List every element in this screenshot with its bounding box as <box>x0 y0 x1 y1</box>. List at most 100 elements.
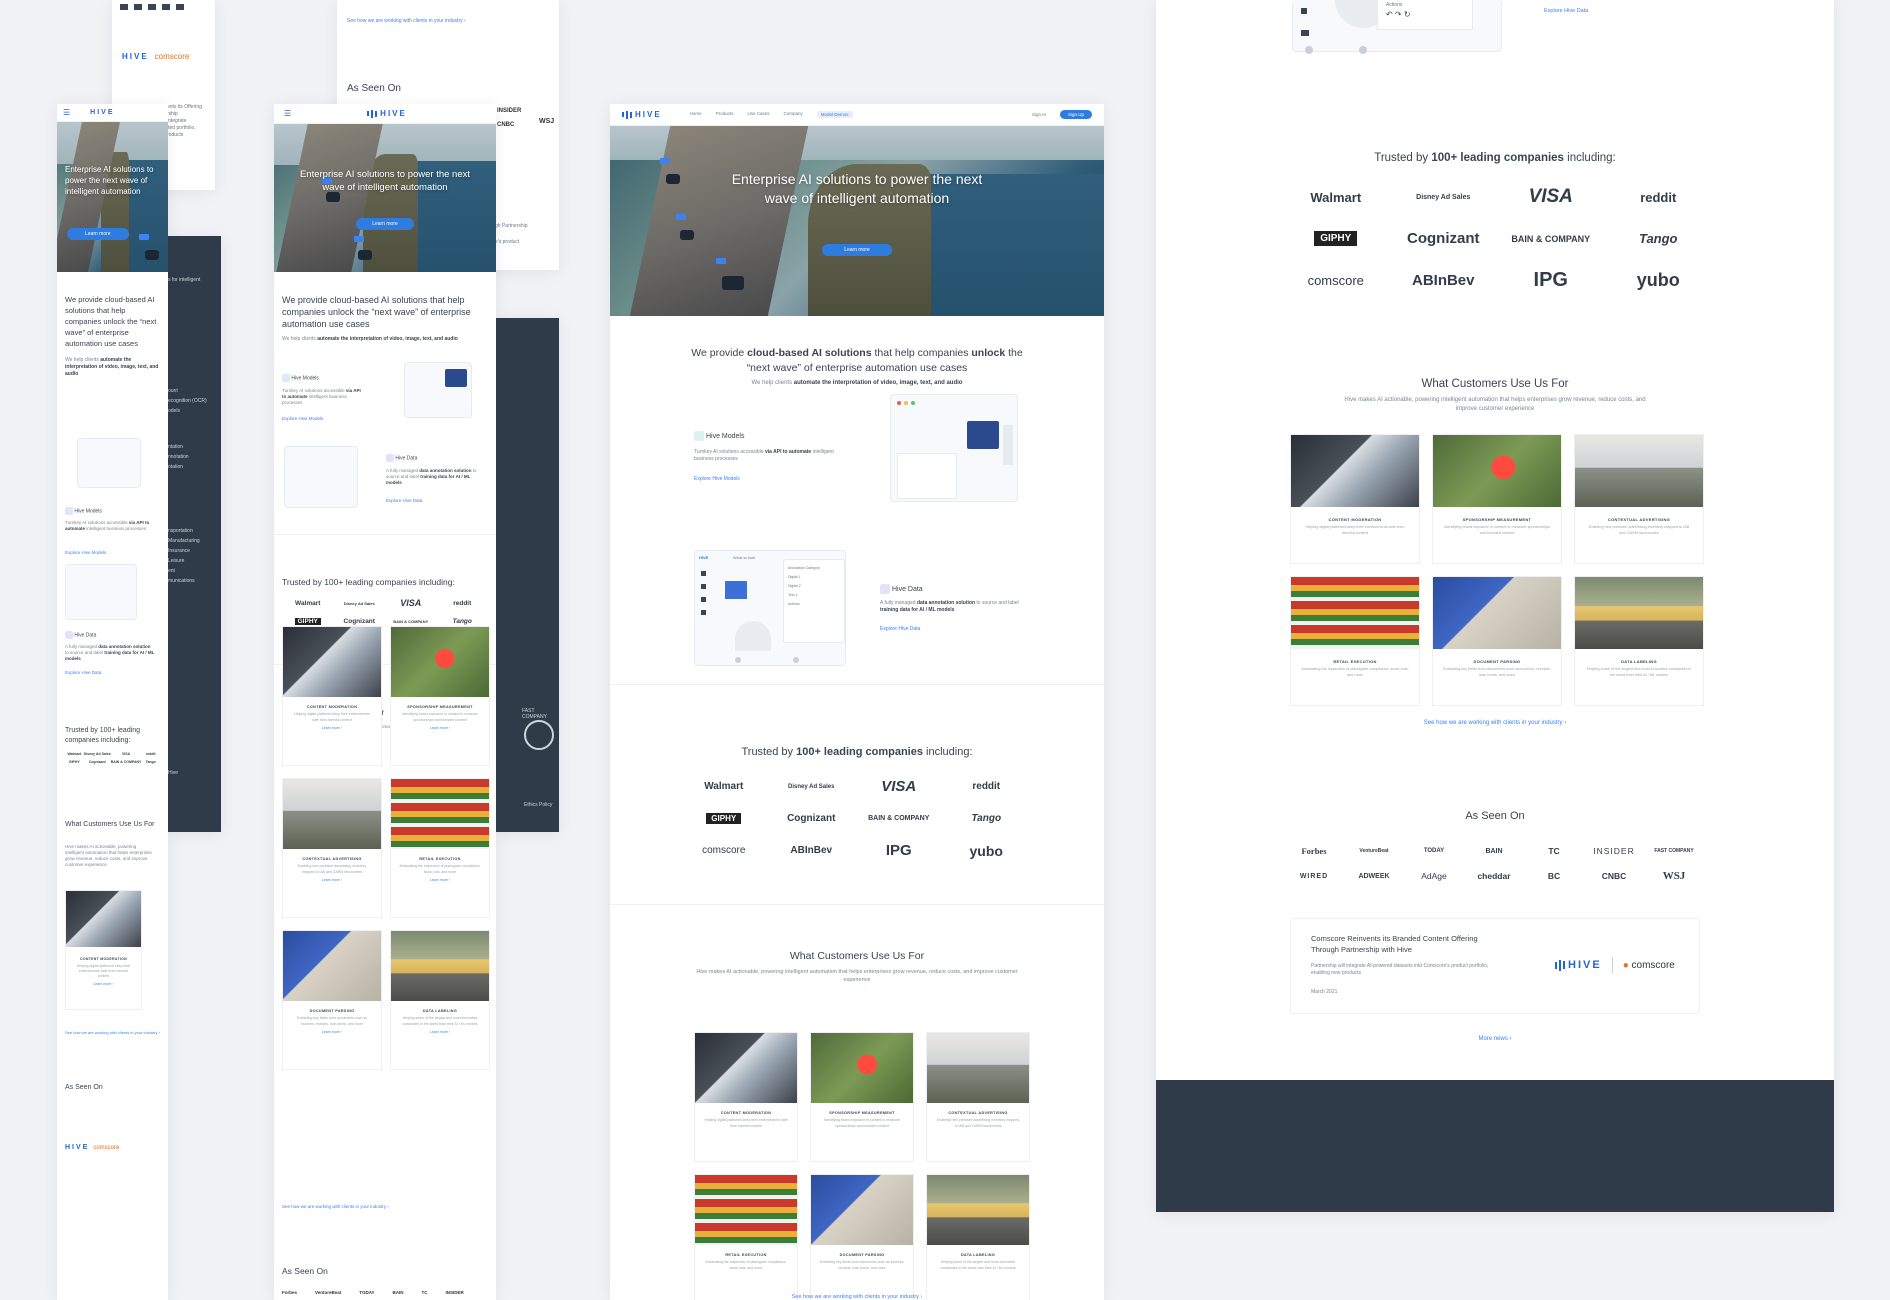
tablet-data-desc: A fully managed data annotation solution… <box>386 468 477 485</box>
tile-learn-more[interactable]: Learn more › <box>66 982 141 986</box>
news-card[interactable]: Comscore Reinvents its Branded Content O… <box>1290 918 1700 1014</box>
tablet-hero-cta[interactable]: Learn more <box>356 218 414 230</box>
mobile-hero-headline: Enterprise AI solutions to power the nex… <box>65 165 154 196</box>
mobile-models-desc: Turnkey AI solutions accessible via API … <box>65 520 150 531</box>
use-case-tile[interactable]: DATA LABELING Helping some of the largest… <box>1574 576 1704 706</box>
use-case-tile[interactable]: DATA LABELING Helping some of the largest… <box>390 930 490 1070</box>
large-trusted-logos: Walmart Disney Ad Sales VISA reddit GIPH… <box>1282 186 1712 292</box>
desktop-hero-cta[interactable]: Learn more <box>822 244 892 256</box>
mobile-use-tile[interactable]: CONTENT MODERATION Helping digital platf… <box>65 890 142 1010</box>
mobile-models-link[interactable]: Explore Hive Models <box>65 550 106 555</box>
use-case-desc: Automating the inspection of planogram c… <box>705 1260 787 1270</box>
tablet-industry-link[interactable]: See how we are working with clients in y… <box>282 1204 389 1209</box>
comscore-logo: comscore <box>1307 273 1364 288</box>
use-case-tile[interactable]: RETAIL EXECUTION Automating the inspectio… <box>694 1174 798 1300</box>
hamburger-icon[interactable]: ☰ <box>284 109 291 118</box>
cnbc-logo: CNBC <box>497 122 515 128</box>
sign-in-link[interactable]: Sign In <box>1032 112 1046 117</box>
use-case-tile[interactable]: CONTENT MODERATION Helping digital platfo… <box>694 1032 798 1162</box>
footer-links-group-3: ntation nnotation otation <box>168 444 189 470</box>
use-case-tile[interactable]: SPONSORSHIP MEASUREMENT Identifying brand… <box>810 1032 914 1162</box>
use-case-learn-more[interactable]: Learn more › <box>283 1030 381 1034</box>
hive-logo[interactable]: HIVE <box>90 109 114 116</box>
desktop-data-link[interactable]: Explore Hive Data <box>880 626 920 632</box>
tablet-nav: ☰ HIVE <box>274 104 496 124</box>
use-case-tile[interactable]: SPONSORSHIP MEASUREMENT Identifying brand… <box>1432 434 1562 564</box>
use-case-desc: Extracting key fields from documents suc… <box>1443 667 1551 677</box>
desktop-industry-link[interactable]: See how we are working with clients in y… <box>610 1294 1104 1300</box>
tablet-data-link[interactable]: Explore Hive Data <box>386 498 422 503</box>
desktop-models-title: Hive Models <box>694 431 744 441</box>
sign-up-button[interactable]: Sign Up <box>1059 110 1092 119</box>
cognizant-logo: Cognizant <box>343 618 375 625</box>
desktop-models-desc: Turnkey AI solutions accessible via API … <box>694 449 834 462</box>
use-case-image <box>1575 577 1703 649</box>
nav-home[interactable]: Home <box>690 111 702 118</box>
mobile-trusted-title: Trusted by 100+ leading companies includ… <box>65 727 141 744</box>
large-uses-title: What Customers Use Us For <box>1421 378 1569 390</box>
use-case-desc: Automating the inspection of planogram c… <box>1301 667 1409 677</box>
footer-links-group-2: ount ecognition (OCR) odels <box>168 388 207 414</box>
nav-model-demos[interactable]: Model Demos <box>816 111 853 118</box>
mobile-data-link[interactable]: Explore Hive Data <box>65 670 101 675</box>
fast-company-logo: FAST COMPANY <box>1654 848 1694 854</box>
use-case-desc: Extracting key fields from documents suc… <box>819 1260 905 1270</box>
use-case-desc: Helping digital platforms keep their env… <box>294 712 370 722</box>
use-case-tile[interactable]: CONTENT MODERATION Helping digital platfo… <box>1290 434 1420 564</box>
use-case-tile[interactable]: RETAIL EXECUTION Automating the inspectio… <box>390 778 490 918</box>
industry-link-small[interactable]: See how we are working with clients in y… <box>347 18 466 24</box>
use-case-tile[interactable]: CONTEXTUAL ADVERTISING Enabling new premi… <box>926 1032 1030 1162</box>
use-case-tile[interactable]: CONTENT MODERATION Helping digital platfo… <box>282 626 382 766</box>
use-case-tile[interactable]: DOCUMENT PARSING Extracting key fields fr… <box>1432 576 1562 706</box>
large-data-link[interactable]: Explore Hive Data <box>1544 8 1588 14</box>
adage-logo: AdAge <box>1421 871 1447 881</box>
reddit-logo: reddit <box>1640 189 1677 205</box>
desktop-trusted-logos: Walmart Disney Ad Sales VISA reddit GIPH… <box>680 778 1030 859</box>
large-industry-link[interactable]: See how we are working with clients in y… <box>1156 720 1834 726</box>
use-case-learn-more[interactable]: Learn more › <box>391 1030 489 1034</box>
use-case-tile[interactable]: DOCUMENT PARSING Extracting key fields fr… <box>810 1174 914 1300</box>
hive-logo[interactable]: HIVE <box>367 109 407 118</box>
ethics-policy-link[interactable]: Ethics Policy <box>524 802 552 808</box>
hamburger-icon[interactable]: ☰ <box>63 108 70 117</box>
desktop-hero-headline: Enterprise AI solutions to power the nex… <box>731 171 983 206</box>
use-case-image <box>391 627 489 697</box>
ipg-logo: IPG <box>885 842 912 859</box>
nav-company[interactable]: Company <box>783 111 802 118</box>
wsj-logo: WSJ <box>1662 870 1686 882</box>
desktop-data-mock: HIVE What to look Annotation Category Di… <box>694 550 846 666</box>
desktop-nav-links: Home Products Use Cases Company Model De… <box>690 111 853 118</box>
forbes-logo: Forbes <box>1301 846 1327 856</box>
mobile-industry-link[interactable]: See how we are working with clients in y… <box>65 1030 160 1035</box>
use-case-tile[interactable]: CONTEXTUAL ADVERTISING Enabling new premi… <box>1574 434 1704 564</box>
use-case-learn-more[interactable]: Learn more › <box>391 878 489 882</box>
use-case-tile[interactable]: DOCUMENT PARSING Extracting key fields fr… <box>282 930 382 1070</box>
tablet-models-link[interactable]: Explore Hive Models <box>282 416 323 421</box>
reddit-logo: reddit <box>453 599 472 607</box>
news-fragment: ents its Offering rship integrate ited p… <box>167 104 202 138</box>
cheddar-logo: cheddar <box>1477 871 1511 881</box>
use-case-learn-more[interactable]: Learn more › <box>283 878 381 882</box>
giphy-logo: GIPHY <box>1314 231 1358 246</box>
use-case-tile[interactable]: SPONSORSHIP MEASUREMENT Identifying brand… <box>390 626 490 766</box>
nav-products[interactable]: Products <box>716 111 734 118</box>
use-case-learn-more[interactable]: Learn more › <box>283 726 381 730</box>
hive-logo[interactable]: HIVE <box>622 110 662 119</box>
giphy-logo: GIPHY <box>706 813 742 824</box>
more-news-link[interactable]: More news › <box>1156 1036 1834 1042</box>
bain-logo: BAIN & COMPANY <box>393 619 429 624</box>
fast-company-logo: FAST COMPANY <box>522 708 547 720</box>
tablet-hero: Enterprise AI solutions to power the nex… <box>274 124 496 272</box>
desktop-hero: Enterprise AI solutions to power the nex… <box>610 126 1104 316</box>
use-case-tile[interactable]: CONTEXTUAL ADVERTISING Enabling new premi… <box>282 778 382 918</box>
desktop-page: HIVE Home Products Use Cases Company Mod… <box>610 104 1104 1300</box>
use-case-tile[interactable]: DATA LABELING Helping some of the largest… <box>926 1174 1030 1300</box>
desktop-models-link[interactable]: Explore Hive Models <box>694 476 740 482</box>
mobile-hero-cta[interactable]: Learn more <box>67 228 129 240</box>
use-case-tile[interactable]: RETAIL EXECUTION Automating the inspectio… <box>1290 576 1420 706</box>
news-fragment-tablet: gh Partnership e's product <box>495 223 528 245</box>
use-case-learn-more[interactable]: Learn more › <box>391 726 489 730</box>
nav-use-cases[interactable]: Use Cases <box>747 111 769 118</box>
tablet-models-desc: Turnkey AI solutions accessible via API … <box>282 388 361 405</box>
use-case-image <box>811 1175 913 1245</box>
